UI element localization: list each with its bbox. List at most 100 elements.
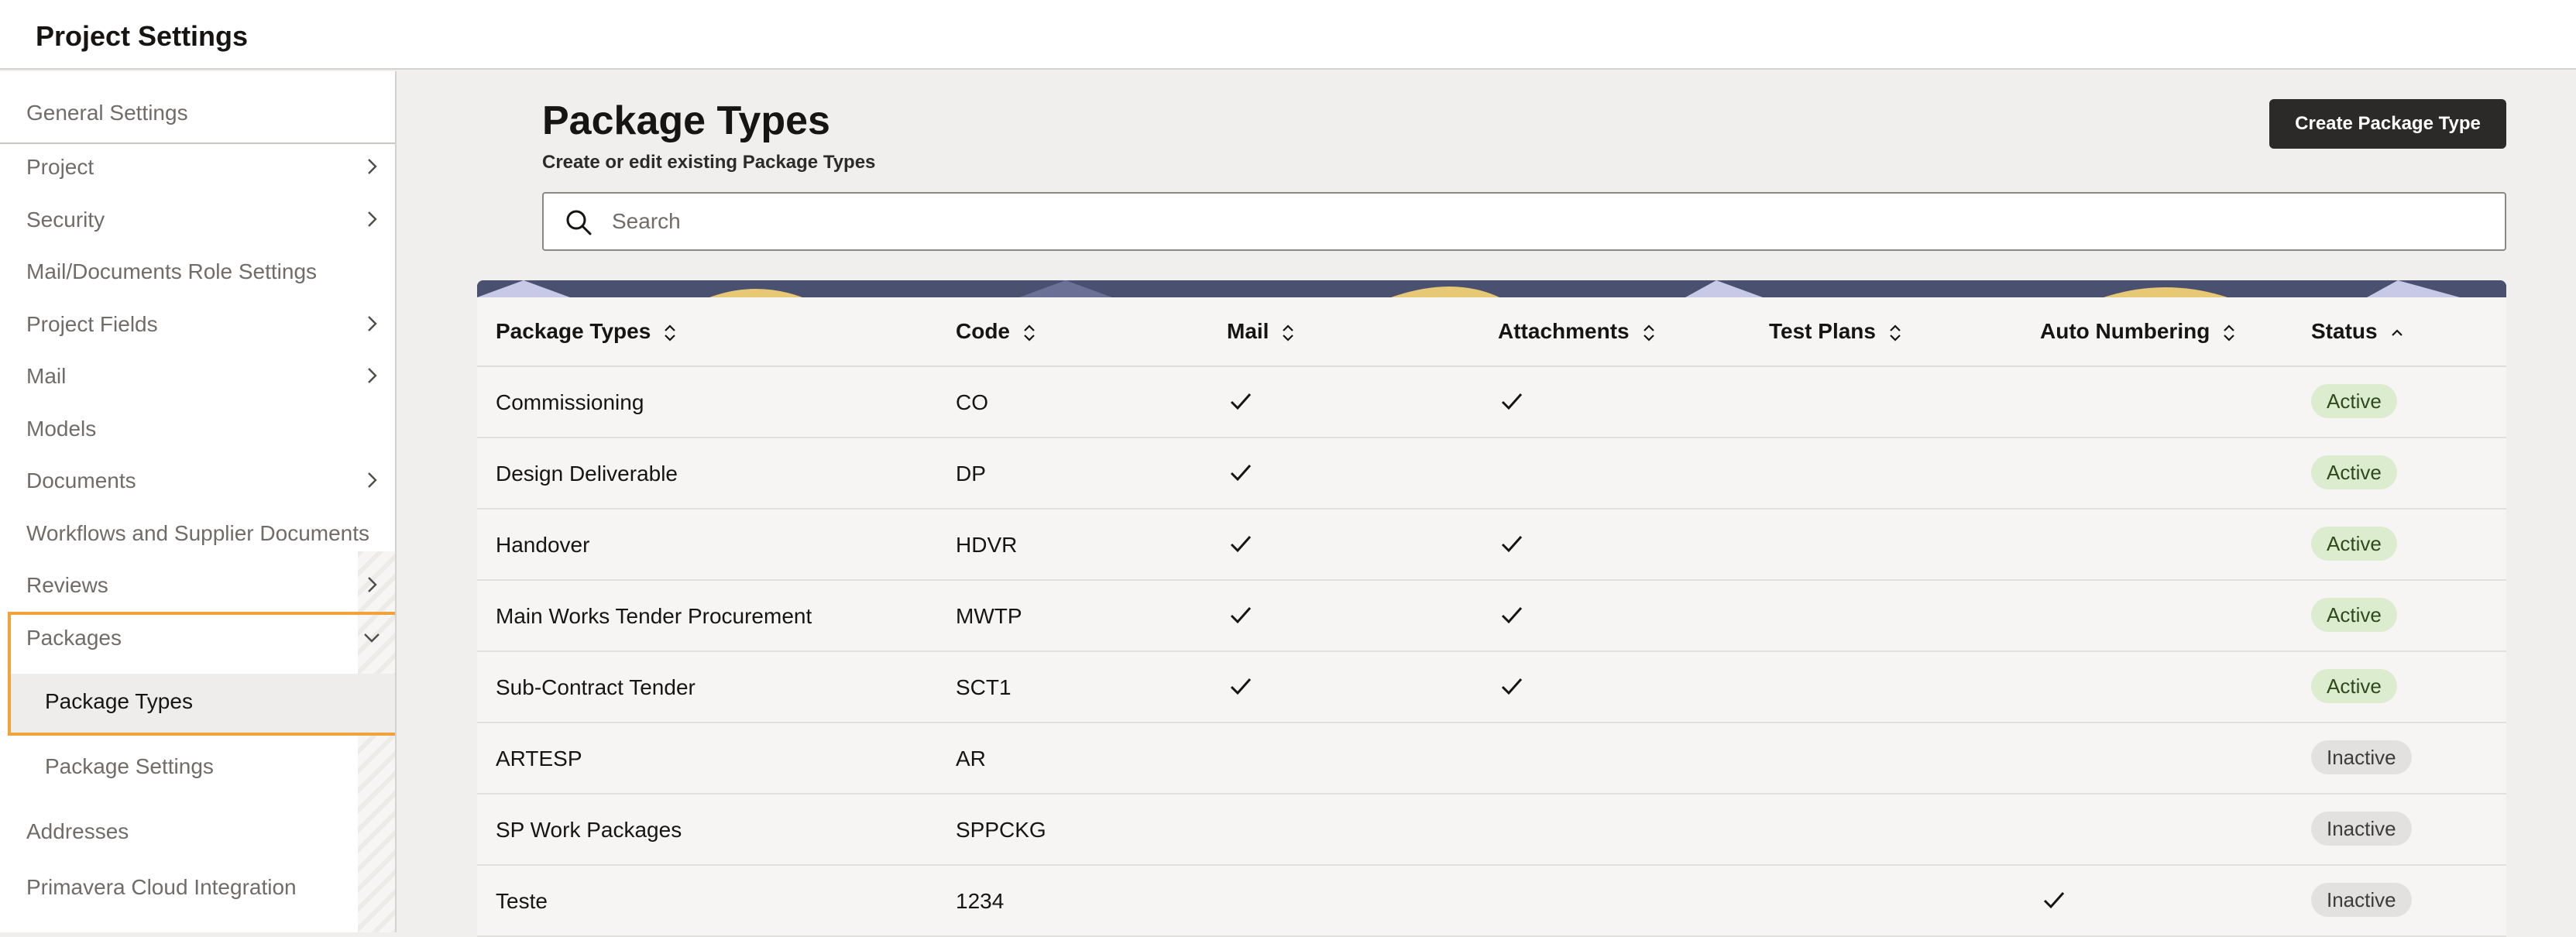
status-badge: Active [2311, 598, 2397, 632]
sidebar-item-primavera-cloud-integration[interactable]: Primavera Cloud Integration [0, 866, 395, 908]
page-subtitle: Create or edit existing Package Types [542, 152, 876, 173]
sidebar-item-security[interactable]: Security [0, 198, 395, 240]
column-header-label: Attachments [1498, 319, 1630, 343]
table-row[interactable]: SP Work Packages SPPCKG Inactive [477, 795, 2506, 866]
package-type-name[interactable]: Commissioning [496, 390, 644, 415]
status-badge: Inactive [2311, 883, 2412, 917]
sidebar-item-label: Models [26, 416, 97, 441]
package-type-name[interactable]: Main Works Tender Procurement [496, 604, 812, 629]
sidebar-item-label: Mail/Documents Role Settings [26, 259, 318, 283]
checkmark-icon [1227, 601, 1255, 629]
sort-icon[interactable] [2221, 322, 2238, 344]
chevron-right-icon [361, 365, 383, 386]
sidebar-subitem-package-types[interactable]: Package Types [11, 674, 395, 733]
column-header-label: Code [956, 319, 1010, 343]
sidebar-item-documents[interactable]: Documents [0, 459, 395, 501]
checkmark-icon [1498, 672, 1526, 700]
sidebar-item-label: Project [26, 155, 94, 179]
table-row[interactable]: Sub-Contract Tender SCT1 Active [477, 652, 2506, 723]
package-type-name[interactable]: ARTESP [496, 747, 582, 771]
column-header-label: Test Plans [1769, 319, 1876, 343]
sidebar-item-mail[interactable]: Mail [0, 355, 395, 396]
status-badge: Inactive [2311, 740, 2412, 774]
sidebar-section-label: General Settings [26, 101, 188, 125]
column-header-label: Auto Numbering [2040, 319, 2210, 343]
table-row[interactable]: Commissioning CO Active [477, 367, 2506, 438]
column-header-test-plans[interactable]: Test Plans [1769, 319, 1904, 344]
sidebar-item-reviews[interactable]: Reviews [0, 564, 395, 606]
checkmark-icon [1498, 387, 1526, 415]
status-badge: Inactive [2311, 812, 2412, 846]
search-icon [564, 208, 593, 237]
sort-icon[interactable] [1887, 322, 1904, 344]
table-row[interactable]: Handover HDVR Active [477, 510, 2506, 581]
status-badge: Active [2311, 384, 2397, 418]
sidebar-item-label: Addresses [26, 819, 129, 843]
chevron-right-icon [361, 313, 383, 335]
column-header-label: Package Types [496, 319, 651, 343]
sidebar-item-label: Project Fields [26, 311, 158, 336]
sidebar-item-project[interactable]: Project [0, 146, 395, 187]
sort-icon[interactable] [661, 322, 678, 344]
package-type-name[interactable]: SP Work Packages [496, 818, 682, 843]
sidebar-item-workflows-and-supplier-documents[interactable]: Workflows and Supplier Documents [0, 512, 395, 554]
create-package-type-button[interactable]: Create Package Type [2269, 99, 2506, 149]
table-row[interactable]: Teste 1234 Inactive [477, 866, 2506, 937]
column-header-label: Mail [1227, 319, 1269, 343]
sidebar-item-label: Reviews [26, 573, 108, 597]
column-header-name[interactable]: Package Types [496, 319, 678, 344]
sort-ascending-icon[interactable] [2389, 322, 2406, 344]
column-header-status[interactable]: Status [2311, 319, 2406, 344]
sidebar-item-label: Workflows and Supplier Documents [26, 520, 370, 545]
column-header-label: Status [2311, 319, 2378, 343]
sidebar-section-general-settings: General Settings [0, 101, 395, 144]
column-header-mail[interactable]: Mail [1227, 319, 1297, 344]
checkmark-icon [1227, 387, 1255, 415]
main-content: Package Types Create or edit existing Pa… [398, 71, 2576, 937]
sidebar-item-models[interactable]: Models [0, 407, 395, 449]
sort-icon[interactable] [1640, 322, 1657, 344]
app-title: Project Settings [36, 20, 249, 52]
sidebar-item-label: Primavera Cloud Integration [26, 875, 297, 899]
package-type-code: SCT1 [956, 675, 1012, 699]
checkmark-icon [1227, 530, 1255, 558]
chevron-right-icon [361, 156, 383, 177]
page-title: Package Types [542, 98, 830, 143]
package-type-code: AR [956, 747, 986, 771]
package-type-code: 1234 [956, 889, 1005, 913]
checkmark-icon [2040, 886, 2068, 914]
checkmark-icon [1498, 530, 1526, 558]
top-bar: Project Settings [0, 0, 2576, 70]
package-type-name[interactable]: Teste [496, 889, 548, 914]
column-header-code[interactable]: Code [956, 319, 1038, 344]
status-badge: Active [2311, 669, 2397, 703]
table-row[interactable]: ARTESP AR Inactive [477, 723, 2506, 795]
table-row[interactable]: Design Deliverable DP Active [477, 438, 2506, 510]
table-decorative-banner [477, 280, 2506, 297]
column-header-auto-numbering[interactable]: Auto Numbering [2040, 319, 2238, 344]
column-header-attachments[interactable]: Attachments [1498, 319, 1657, 344]
sidebar-item-project-fields[interactable]: Project Fields [0, 303, 395, 345]
chevron-right-icon [361, 208, 383, 230]
search-input[interactable] [612, 204, 2471, 239]
sort-icon[interactable] [1021, 322, 1038, 344]
package-type-code: CO [956, 390, 988, 414]
checkmark-icon [1227, 672, 1255, 700]
package-type-name[interactable]: Handover [496, 533, 589, 558]
package-type-code: HDVR [956, 533, 1018, 557]
table-header: Package Types Code Mail Attachments Test Pla… [477, 297, 2506, 367]
chevron-right-icon [361, 469, 383, 491]
sidebar-subitem-package-settings[interactable]: Package Settings [0, 745, 395, 787]
sidebar-item-mail-documents-role-settings[interactable]: Mail/Documents Role Settings [0, 250, 395, 292]
sidebar-subitem-label: Package Settings [45, 754, 214, 778]
sidebar-item-addresses[interactable]: Addresses [0, 810, 395, 852]
checkmark-icon [1498, 601, 1526, 629]
settings-sidebar: General Settings Project Security Mail/Doc… [0, 71, 397, 932]
sidebar-subitem-label: Package Types [45, 689, 193, 713]
sort-icon[interactable] [1279, 322, 1297, 344]
package-type-name[interactable]: Design Deliverable [496, 462, 678, 486]
sidebar-item-label: Security [26, 207, 105, 232]
table-row[interactable]: Main Works Tender Procurement MWTP Active [477, 581, 2506, 652]
package-type-name[interactable]: Sub-Contract Tender [496, 675, 696, 700]
sidebar-item-label: Mail [26, 364, 67, 388]
